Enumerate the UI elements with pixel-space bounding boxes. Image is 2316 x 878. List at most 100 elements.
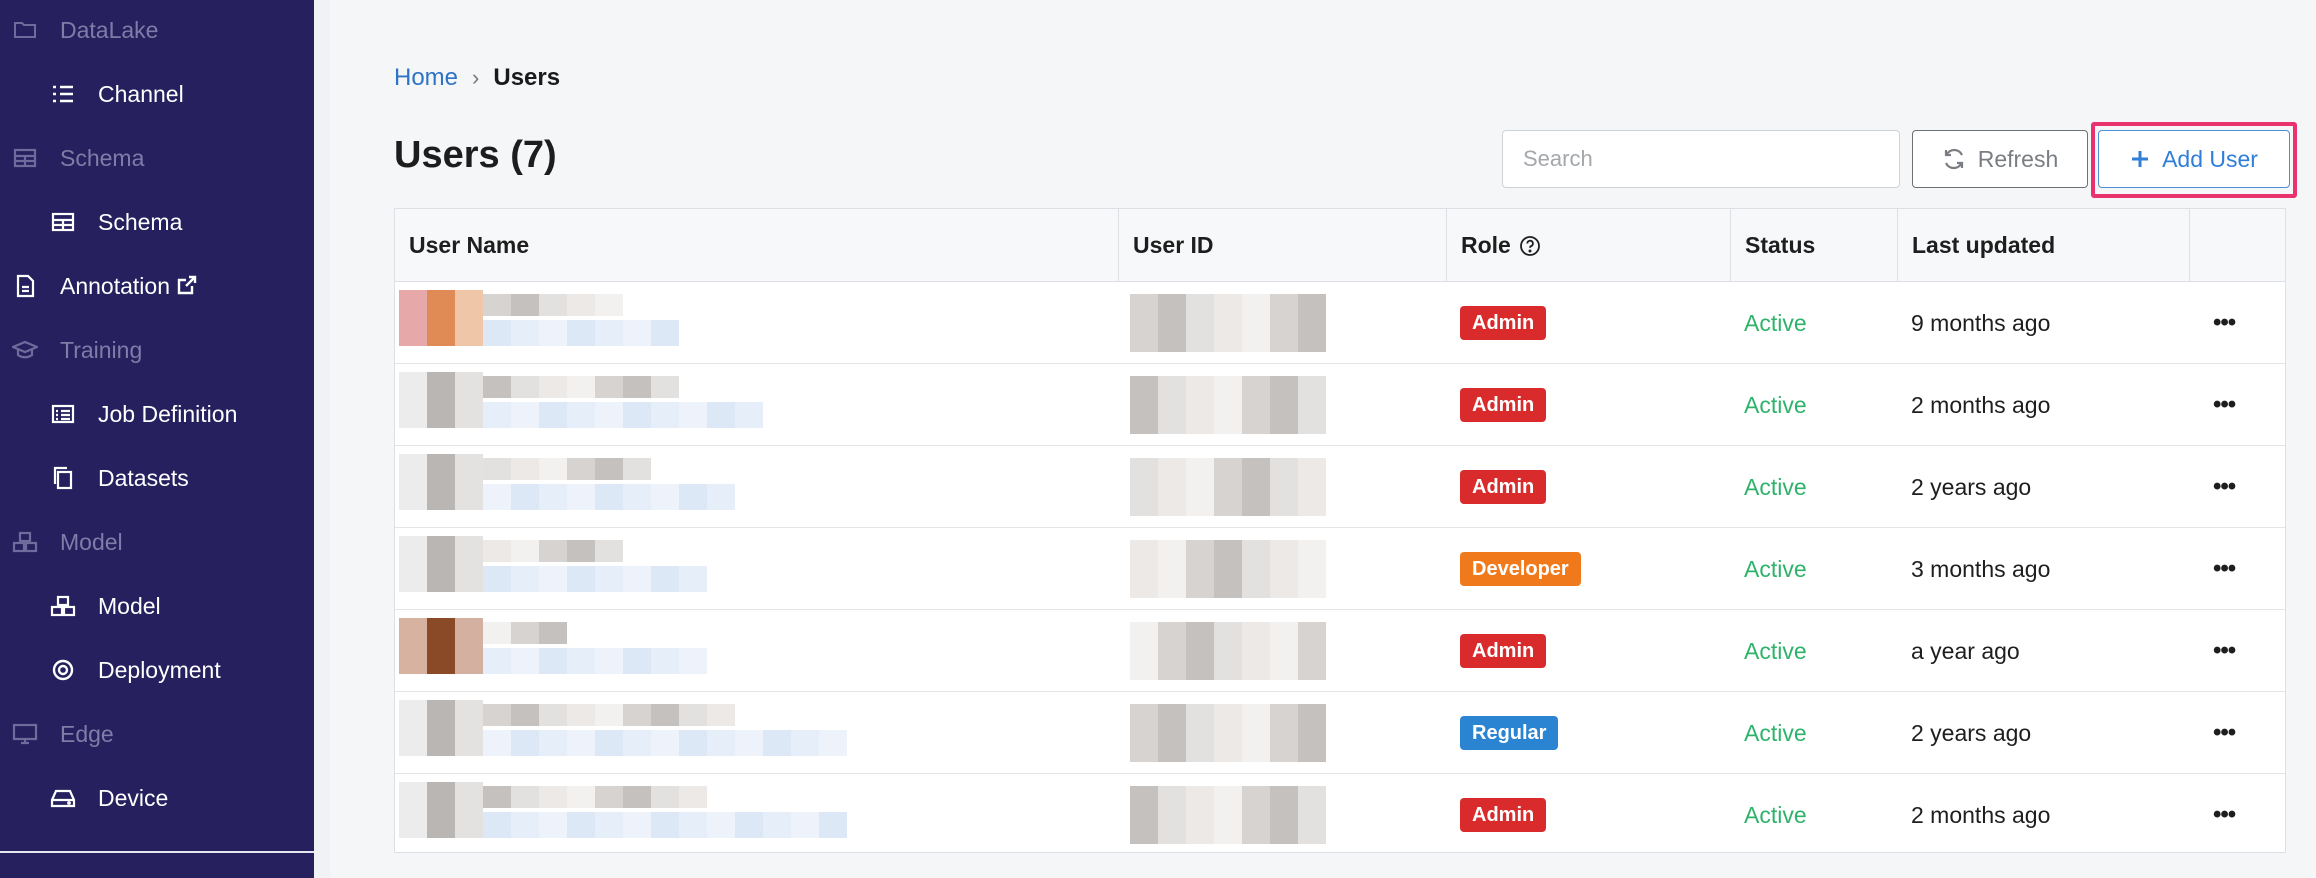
redaction-block [567,294,595,316]
redaction-block [651,566,679,592]
redaction-block [511,786,539,808]
more-actions-icon[interactable]: ••• [2213,364,2236,446]
redaction-block [623,730,651,756]
redaction-block [511,704,539,726]
column-header-user-name[interactable]: User Name [395,209,1118,282]
table-row[interactable]: Admin Active 2 months ago ••• [395,364,2285,446]
sidebar-section-schema[interactable]: Schema [0,130,314,186]
redaction-block [651,376,679,398]
redaction-block [427,618,455,674]
sidebar-item-label: Schema [60,144,145,171]
redacted-user-id [1130,456,1330,518]
sidebar-item-model[interactable]: Model [0,578,314,634]
search-input[interactable] [1502,130,1900,188]
sidebar-item-device[interactable]: Device [0,770,314,826]
table-row[interactable]: Regular Active 2 years ago ••• [395,692,2285,774]
redaction-block [595,376,623,398]
redaction-block [707,484,735,510]
redaction-block [1298,458,1326,516]
column-header-last-updated[interactable]: Last updated [1897,209,2189,282]
more-actions-icon[interactable]: ••• [2213,282,2236,364]
redaction-block [1186,622,1214,680]
sidebar-item-channel[interactable]: Channel [0,66,314,122]
table-row[interactable]: Admin Active 2 months ago ••• [395,774,2285,856]
more-actions-icon[interactable]: ••• [2213,610,2236,692]
sidebar-item-schema[interactable]: Schema [0,194,314,250]
redacted-user-name [399,536,839,602]
redaction-block [1186,458,1214,516]
redaction-block [1242,786,1270,844]
redaction-block [539,376,567,398]
redaction-block [427,454,455,510]
sidebar-divider [0,851,314,853]
redaction-block [651,812,679,838]
redaction-block [623,566,651,592]
last-updated-text: 9 months ago [1911,309,2051,336]
redaction-block [623,402,651,428]
redaction-block [679,402,707,428]
sidebar-item-annotation[interactable]: Annotation [0,258,314,314]
redacted-user-name [399,454,839,520]
status-text: Active [1744,555,1807,582]
role-cell: Admin [1460,774,1547,856]
chevron-right-icon: › [472,65,480,90]
redacted-user-id [1130,538,1330,600]
redaction-block [399,290,427,346]
sidebar-section-training[interactable]: Training [0,322,314,378]
more-actions-icon[interactable]: ••• [2213,528,2236,610]
redaction-block [1130,786,1158,844]
more-actions-icon[interactable]: ••• [2213,774,2236,856]
breadcrumb-home-link[interactable]: Home [394,64,458,92]
table-row[interactable]: Developer Active 3 months ago ••• [395,528,2285,610]
role-cell: Admin [1460,282,1547,364]
status-text: Active [1744,719,1807,746]
redaction-block [651,648,679,674]
redaction-block [651,320,679,346]
redaction-block [511,320,539,346]
redacted-user-id [1130,784,1330,846]
redaction-block [1270,294,1298,352]
table-row[interactable]: Admin Active 2 years ago ••• [395,446,2285,528]
redaction-block [455,290,483,346]
redaction-block [455,372,483,428]
column-header-role[interactable]: Role [1446,209,1730,282]
refresh-button[interactable]: Refresh [1912,130,2088,188]
sidebar-section-edge[interactable]: Edge [0,706,314,762]
redaction-block [567,786,595,808]
more-actions-icon[interactable]: ••• [2213,692,2236,774]
sidebar-section-model[interactable]: Model [0,514,314,570]
redaction-block [483,458,511,480]
redaction-block [679,730,707,756]
redaction-block [483,566,511,592]
redaction-block [483,648,511,674]
role-cell: Admin [1460,364,1547,446]
list-icon [50,81,76,107]
table-row[interactable]: Admin Active 9 months ago ••• [395,282,2285,364]
redaction-block [455,782,483,838]
redaction-block [1130,540,1158,598]
redaction-block [511,402,539,428]
role-badge: Admin [1460,470,1547,504]
table-row[interactable]: Admin Active a year ago ••• [395,610,2285,692]
redaction-block [511,540,539,562]
redacted-user-id [1130,292,1330,354]
role-badge: Admin [1460,388,1547,422]
sidebar-item-deployment[interactable]: Deployment [0,642,314,698]
redaction-block [567,704,595,726]
redaction-block [511,648,539,674]
sidebar-item-datasets[interactable]: Datasets [0,450,314,506]
sidebar-item-job-definition[interactable]: Job Definition [0,386,314,442]
redaction-block [539,402,567,428]
redaction-block [1214,376,1242,434]
redaction-block [1158,622,1186,680]
redaction-block [567,484,595,510]
more-actions-icon[interactable]: ••• [2213,446,2236,528]
redaction-block [679,786,707,808]
column-header-user-id[interactable]: User ID [1118,209,1446,282]
column-header-status[interactable]: Status [1730,209,1897,282]
file-icon [12,273,38,299]
redaction-block [511,730,539,756]
help-icon[interactable] [1519,235,1541,257]
sidebar-section-datalake[interactable]: DataLake [0,2,314,58]
redaction-block [623,812,651,838]
